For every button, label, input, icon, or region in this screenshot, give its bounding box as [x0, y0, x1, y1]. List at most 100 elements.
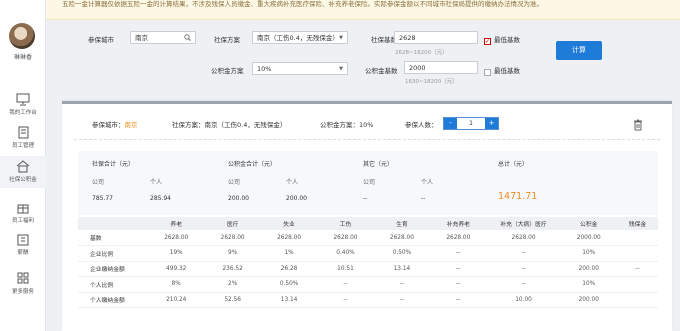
- table-cell: 2%: [204, 276, 261, 293]
- check-icon: ✓: [484, 38, 491, 45]
- table-cell: 2628.00: [373, 230, 431, 246]
- document-icon: [18, 126, 29, 139]
- table-cell: 19%: [148, 245, 205, 262]
- sidebar-item-workbench[interactable]: 我的工作台: [0, 89, 46, 121]
- sidebar-item-more[interactable]: 更多服务: [0, 268, 46, 300]
- social-base-value: 2628: [399, 34, 416, 42]
- sidebar: 琳琳香 我的工作台 员工管理 社保公积金 员工福利 薪酬 更多服务: [0, 0, 46, 331]
- people-count-label: 参保人数：: [405, 121, 438, 129]
- table-cell: --: [430, 292, 487, 308]
- fund-base-label: 公积金基数: [365, 67, 398, 75]
- social-base-hint: 2628~18200（元）: [395, 50, 448, 56]
- fund-base-value: 2000: [409, 64, 426, 72]
- social-personal-value: 285.94: [150, 195, 171, 202]
- row-label: 企业缴纳金额: [78, 261, 148, 277]
- result-social-plan: 社保方案：南京（工伤0.4，无残保金）: [172, 121, 287, 129]
- fund-base-input[interactable]: 2000: [404, 61, 478, 74]
- column-header: 失业: [260, 217, 318, 230]
- social-plan-label: 社保方案: [214, 36, 240, 44]
- table-cell: --: [430, 261, 487, 277]
- fund-plan-select[interactable]: 10% ▼: [252, 62, 348, 75]
- table-cell: --: [616, 261, 658, 277]
- table-cell: 2628.00: [486, 230, 561, 246]
- table-cell: 0.40%: [317, 245, 374, 262]
- wallet-icon: [17, 234, 29, 246]
- sidebar-item-label: 员工福利: [11, 218, 34, 224]
- gift-icon: [17, 204, 29, 214]
- table-header-row: 养老 医疗 失业 工伤 生育 补充养老 补充（大病）医疗 公积金 残保金: [78, 217, 658, 230]
- fund-min-checkbox[interactable]: ✓最低基数: [484, 65, 520, 76]
- sidebar-item-employees[interactable]: 员工管理: [0, 122, 46, 154]
- divider: [74, 139, 660, 140]
- table-row: 基数 2628.00 2628.00 2628.00 2628.00 2628.…: [78, 230, 658, 246]
- search-icon[interactable]: [184, 34, 191, 41]
- social-company-value: 785.77: [92, 195, 113, 202]
- table-cell: --: [486, 245, 561, 262]
- social-personal-label: 个人: [150, 179, 163, 186]
- sidebar-item-label: 更多服务: [11, 289, 34, 295]
- panel-top-border: [62, 101, 672, 104]
- other-company-label: 公司: [363, 179, 376, 186]
- table-cell: 2000.00: [560, 230, 617, 246]
- grid-icon: [17, 272, 29, 284]
- table-cell: 200.00: [560, 292, 617, 308]
- result-city: 参保城市：南京: [92, 121, 138, 129]
- monitor-icon: [16, 93, 30, 106]
- table-cell: --: [486, 261, 561, 277]
- sidebar-item-social-fund[interactable]: 社保公积金: [0, 156, 46, 188]
- other-personal-label: 个人: [421, 179, 434, 186]
- people-count-value[interactable]: 1: [457, 120, 485, 127]
- city-label: 参保城市: [88, 36, 114, 44]
- fund-plan-label: 公积金方案: [211, 67, 244, 75]
- grand-total-value: 1471.71: [498, 191, 538, 202]
- checkbox-icon: ✓: [484, 69, 491, 76]
- table-cell: 0.50%: [373, 245, 431, 262]
- social-base-input[interactable]: 2628: [394, 31, 478, 44]
- social-company-label: 公司: [92, 179, 105, 186]
- table-cell: --: [317, 276, 374, 293]
- row-label: 个人比例: [78, 276, 148, 293]
- table-cell: 2628.00: [260, 230, 318, 246]
- totals-summary: 社保合计（元） 公积金合计（元） 其它（元） 总计（元） 公司 个人 公司 个人…: [78, 151, 658, 215]
- sidebar-item-label: 我的工作台: [9, 110, 37, 116]
- table-cell: 9%: [204, 245, 261, 262]
- fund-total-label: 公积金合计（元）: [228, 161, 277, 168]
- increment-button[interactable]: +: [485, 118, 498, 129]
- result-fund-plan: 公积金方案：10%: [320, 121, 374, 129]
- social-plan-value: 南京（工伤0.4，无残保金）: [257, 34, 339, 42]
- table-cell: --: [430, 276, 487, 293]
- avatar[interactable]: [9, 23, 35, 49]
- decrement-button[interactable]: -: [444, 118, 457, 129]
- social-min-checkbox[interactable]: ✓ 最低基数: [484, 34, 520, 45]
- fund-min-label: 最低基数: [494, 67, 520, 75]
- calculate-button[interactable]: 计算: [556, 41, 602, 60]
- sidebar-item-salary[interactable]: 薪酬: [0, 229, 46, 261]
- column-header: 补充养老: [430, 217, 487, 230]
- chevron-down-icon: ▼: [339, 35, 343, 41]
- table-row: 个人比例 8% 2% 0.50% -- -- -- -- 10%: [78, 276, 658, 293]
- people-count-stepper[interactable]: - 1 +: [443, 117, 499, 130]
- column-header: 补充（大病）医疗: [486, 217, 561, 230]
- table-row: 企业比例 19% 9% 1% 0.40% 0.50% -- -- 10%: [78, 245, 658, 262]
- fund-plan-value: 10%: [257, 65, 272, 73]
- city-input[interactable]: 南京: [130, 31, 196, 44]
- social-total-label: 社保合计（元）: [92, 161, 135, 168]
- chevron-down-icon: ▼: [339, 66, 343, 72]
- table-row: 企业缴纳金额 499.32 236.52 26.28 10.51 13.14 -…: [78, 261, 658, 277]
- table-cell: 2628.00: [204, 230, 261, 246]
- sidebar-item-benefits[interactable]: 员工福利: [0, 197, 46, 229]
- table-cell: 52.56: [204, 292, 261, 308]
- column-header: 养老: [148, 217, 205, 230]
- grand-total-label: 总计（元）: [498, 161, 529, 168]
- other-company-value: --: [363, 195, 368, 202]
- column-header: 生育: [373, 217, 431, 230]
- fund-personal-value: 200.00: [286, 195, 307, 202]
- other-personal-value: --: [421, 195, 426, 202]
- sidebar-item-label: 社保公积金: [9, 177, 37, 183]
- column-header: 残保金: [616, 217, 658, 230]
- table-cell: 2628.00: [430, 230, 487, 246]
- social-plan-select[interactable]: 南京（工伤0.4，无残保金） ▼: [252, 31, 348, 44]
- table-cell: [616, 292, 658, 308]
- trash-icon[interactable]: [633, 119, 643, 131]
- table-cell: 236.52: [204, 261, 261, 277]
